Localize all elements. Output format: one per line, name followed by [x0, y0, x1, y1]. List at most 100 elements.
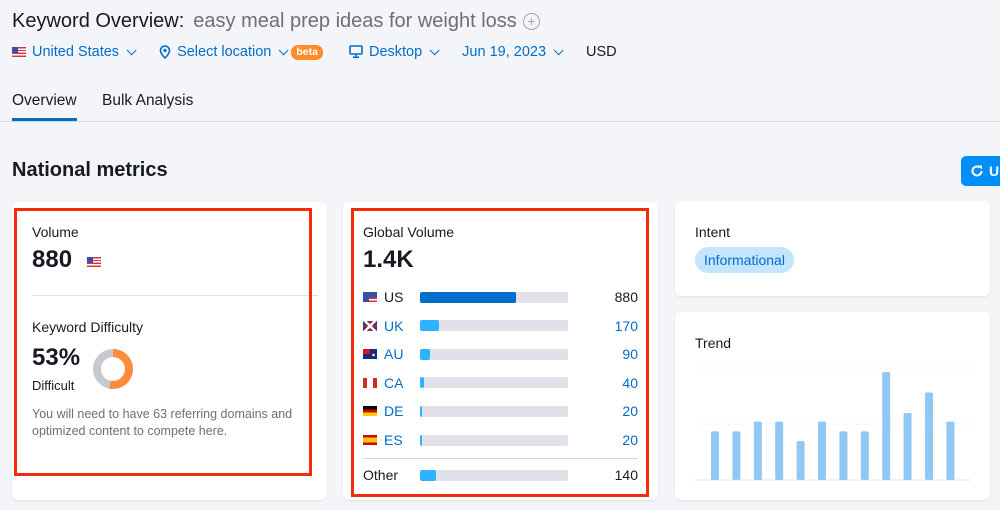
- volume-card: Volume 880 Keyword Difficulty 53% Diffic…: [12, 202, 327, 500]
- chevron-down-icon: [126, 44, 137, 55]
- trend-bar[interactable]: [839, 431, 848, 480]
- date-dropdown[interactable]: Jun 19, 2023: [462, 44, 564, 60]
- tab-bulk-analysis[interactable]: Bulk Analysis: [102, 92, 193, 110]
- currency-label: USD: [586, 44, 617, 60]
- location-label: Select location: [177, 44, 272, 60]
- divider: [363, 458, 638, 459]
- trend-bar[interactable]: [860, 431, 869, 480]
- country-volume: 140: [614, 467, 638, 483]
- volume-bar-fill: [420, 434, 423, 446]
- kd-label: Keyword Difficulty: [32, 319, 144, 335]
- de-flag-icon: [363, 406, 377, 417]
- volume-bar-fill: [420, 405, 423, 417]
- chevron-down-icon: [553, 44, 564, 55]
- global-volume-row-uk: UK 170: [363, 316, 638, 336]
- trend-bar[interactable]: [818, 421, 826, 480]
- global-volume-row-ca: CA 40: [363, 373, 638, 393]
- volume-bar-track: [420, 377, 568, 389]
- tab-bar: Overview Bulk Analysis: [0, 86, 1000, 122]
- us-flag-icon: [363, 292, 377, 302]
- location-dropdown[interactable]: Select location beta: [159, 44, 323, 60]
- intent-card: Intent Informational: [675, 201, 990, 296]
- date-label: Jun 19, 2023: [462, 44, 547, 60]
- country-code[interactable]: DE: [384, 403, 420, 419]
- country-volume[interactable]: 20: [622, 403, 638, 419]
- intent-label: Intent: [695, 224, 731, 240]
- au-flag-icon: [363, 349, 377, 360]
- global-volume-row-de: DE 20: [363, 401, 638, 421]
- country-volume[interactable]: 170: [615, 318, 638, 334]
- chevron-down-icon: [429, 44, 440, 55]
- kd-description: You will need to have 63 referring domai…: [32, 407, 293, 438]
- global-volume-card: Global Volume 1.4K US 880 UK 170 AU 90 CA 40 DE 2…: [343, 202, 658, 500]
- volume-bar-fill: [420, 291, 517, 303]
- ca-flag-icon: [363, 377, 377, 388]
- kd-donut-chart: [93, 349, 133, 389]
- country-volume[interactable]: 90: [622, 346, 638, 362]
- global-volume-value: 1.4K: [363, 246, 414, 273]
- volume-bar-fill: [420, 469, 436, 481]
- country-code[interactable]: UK: [384, 318, 420, 334]
- volume-bar-track: [420, 469, 568, 481]
- desktop-icon: [349, 45, 363, 59]
- trend-chart: [695, 367, 970, 481]
- country-volume[interactable]: 40: [622, 375, 638, 391]
- country-code[interactable]: AU: [384, 346, 420, 362]
- chevron-down-icon: [279, 44, 289, 55]
- refresh-icon: [971, 165, 983, 177]
- country-code: US: [384, 289, 404, 305]
- country-code: Other: [363, 467, 399, 483]
- volume-bar-fill: [420, 348, 431, 360]
- trend-bar[interactable]: [903, 413, 912, 480]
- global-volume-label: Global Volume: [363, 224, 455, 240]
- country-label: United States: [32, 44, 120, 60]
- page-title: Keyword Overview:: [12, 10, 185, 32]
- es-flag-icon: [363, 435, 377, 445]
- trend-label: Trend: [695, 335, 732, 351]
- trend-bar[interactable]: [882, 372, 891, 480]
- country-code[interactable]: CA: [384, 375, 420, 391]
- trend-bar[interactable]: [775, 421, 784, 480]
- trend-bar[interactable]: [796, 441, 805, 480]
- us-flag-icon: [87, 257, 101, 267]
- volume-value: 880: [32, 246, 73, 273]
- location-pin-icon: [159, 45, 171, 59]
- global-volume-row-au: AU 90: [363, 344, 638, 364]
- volume-bar-track: [420, 348, 568, 360]
- intent-badge[interactable]: Informational: [695, 247, 794, 273]
- trend-bar[interactable]: [753, 421, 762, 480]
- keyword-text: easy meal prep ideas for weight loss: [193, 10, 517, 32]
- kd-value: 53%: [32, 344, 81, 371]
- global-volume-row-other: Other 140: [363, 465, 638, 485]
- page-title-row: Keyword Overview: easy meal prep ideas f…: [12, 10, 540, 33]
- trend-bar[interactable]: [711, 431, 719, 480]
- global-volume-row-es: ES 20: [363, 430, 638, 450]
- volume-bar-track: [420, 434, 568, 446]
- country-dropdown[interactable]: United States: [12, 44, 137, 60]
- volume-label: Volume: [32, 224, 79, 240]
- update-button-label: U: [989, 163, 1000, 179]
- device-dropdown[interactable]: Desktop: [349, 44, 440, 60]
- device-label: Desktop: [368, 44, 423, 60]
- country-volume[interactable]: 20: [622, 432, 638, 448]
- divider: [32, 295, 318, 296]
- beta-badge: beta: [291, 44, 323, 60]
- volume-bar-track: [420, 405, 568, 417]
- global-volume-row-us: US 880: [363, 287, 638, 307]
- volume-bar-fill: [420, 320, 439, 332]
- tab-overview[interactable]: Overview: [12, 92, 77, 121]
- section-title: National metrics: [12, 159, 168, 181]
- trend-bar[interactable]: [925, 392, 933, 480]
- uk-flag-icon: [363, 320, 377, 331]
- update-button[interactable]: U: [961, 156, 1000, 186]
- volume-bar-track: [420, 291, 568, 303]
- plus-circle-icon[interactable]: +: [522, 13, 540, 30]
- us-flag-icon: [12, 47, 26, 57]
- country-volume: 880: [614, 289, 638, 305]
- filter-bar: United States Select location beta Deskt…: [12, 44, 617, 60]
- trend-bar[interactable]: [946, 421, 955, 480]
- trend-bar[interactable]: [732, 431, 741, 480]
- country-code[interactable]: ES: [384, 432, 420, 448]
- volume-bar-track: [420, 320, 568, 332]
- volume-bar-fill: [420, 377, 425, 389]
